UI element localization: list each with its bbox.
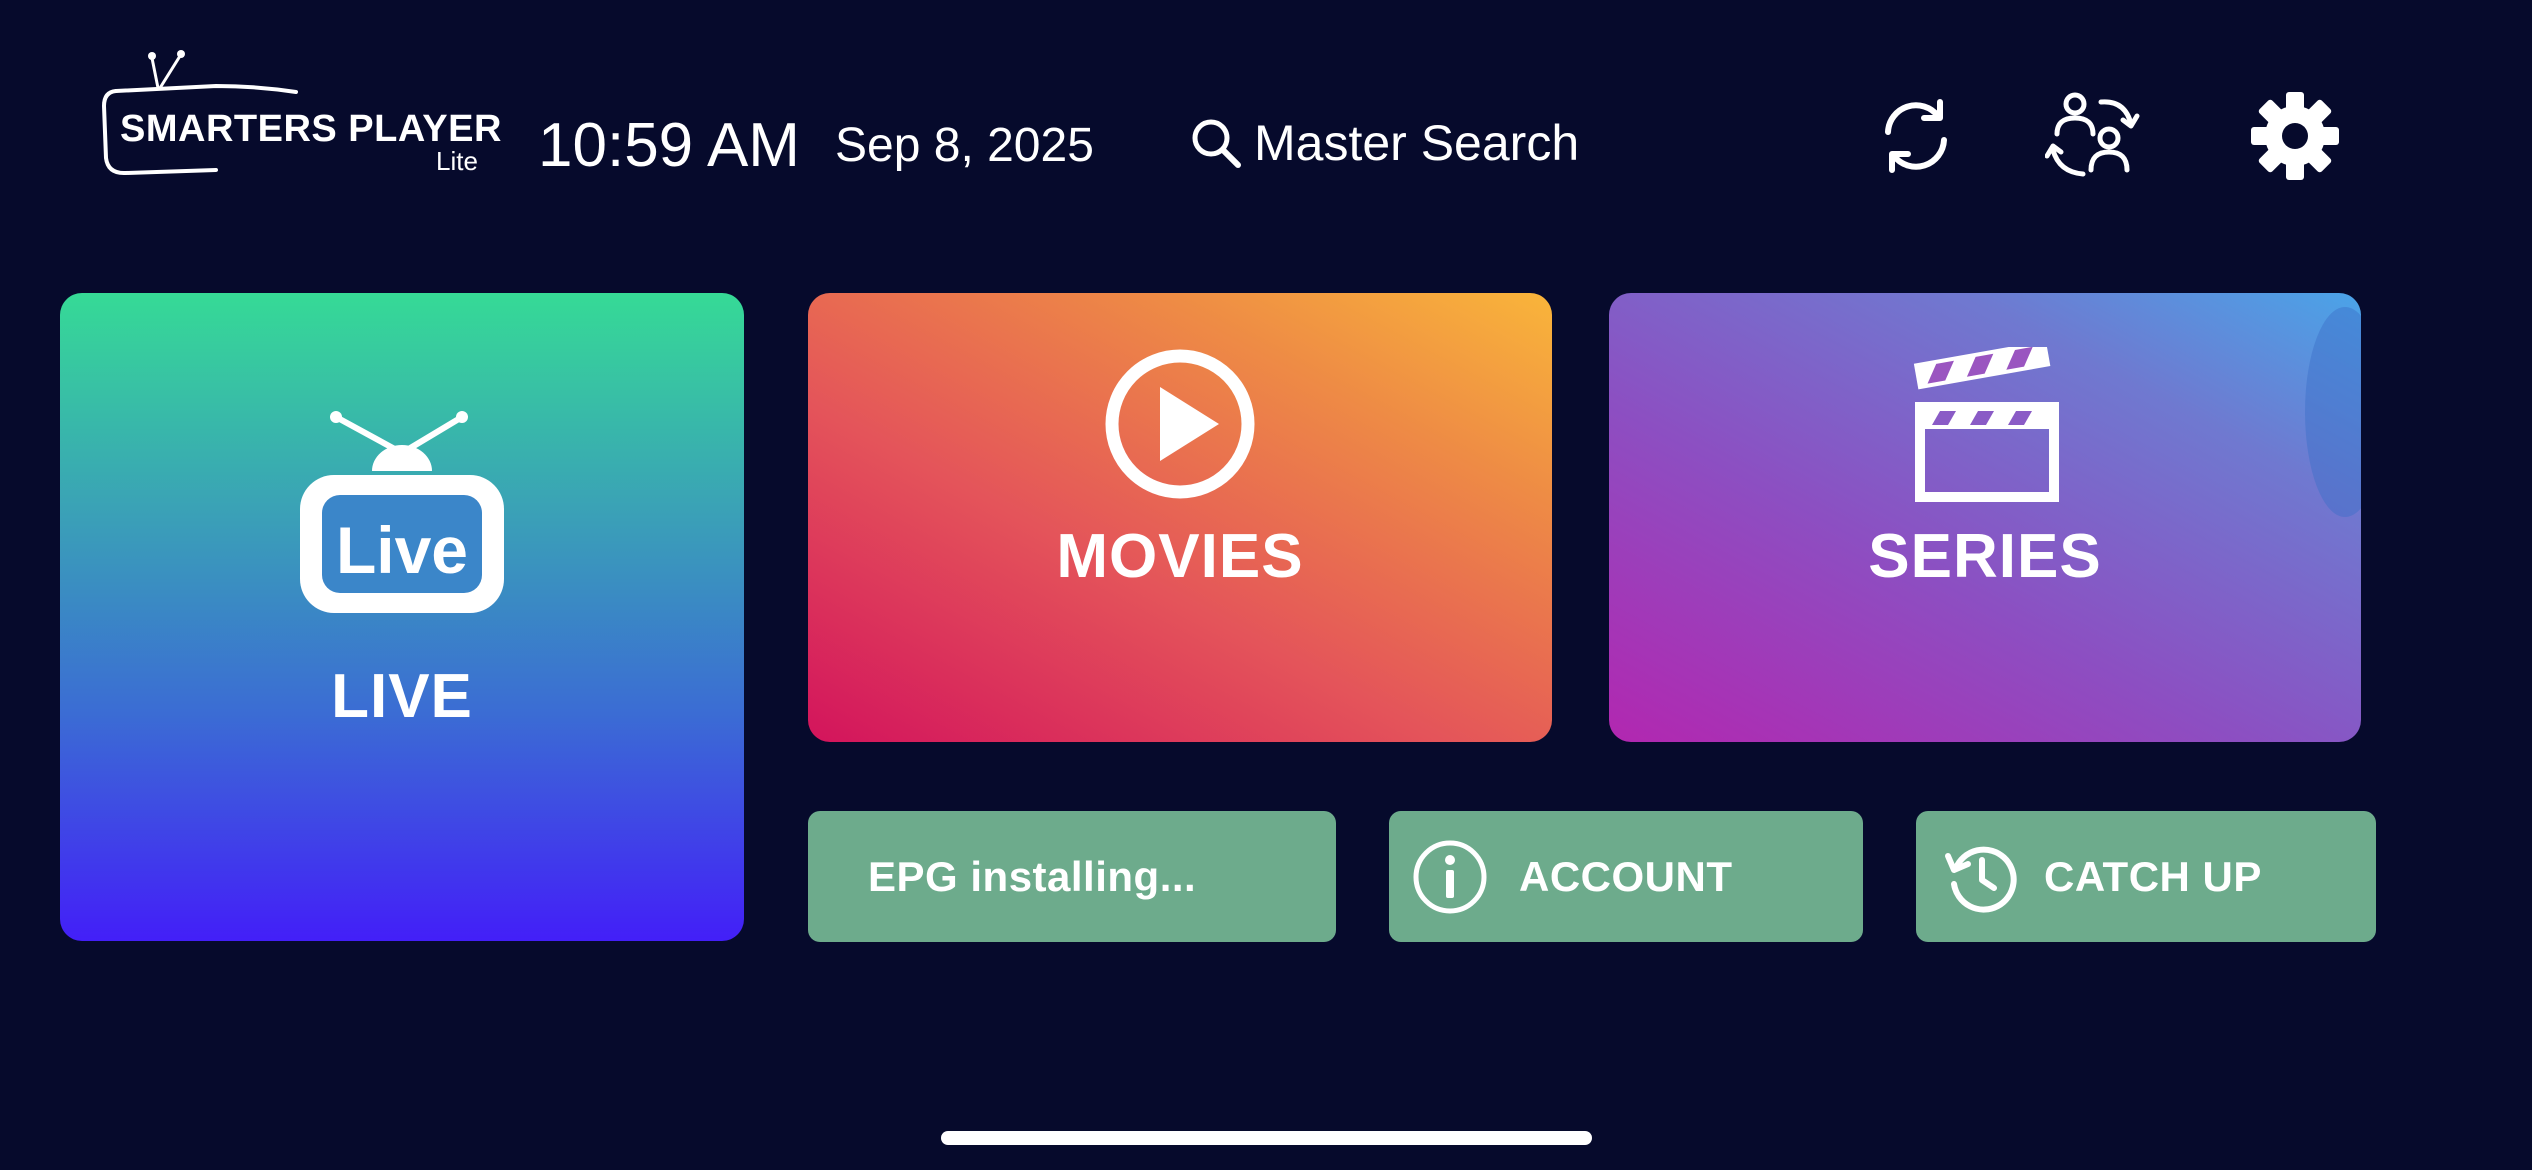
settings-button[interactable] bbox=[2245, 86, 2345, 186]
logo-subtitle: Lite bbox=[436, 146, 478, 176]
movies-tile[interactable]: MOVIES bbox=[808, 293, 1552, 742]
live-tile[interactable]: Live LIVE bbox=[60, 293, 744, 941]
refresh-button[interactable] bbox=[1866, 86, 1966, 186]
movies-label: MOVIES bbox=[1056, 522, 1304, 591]
logo-title: SMARTERS PLAYER bbox=[120, 108, 502, 150]
play-circle-icon bbox=[1105, 349, 1255, 499]
master-search-button[interactable]: Master Search bbox=[1188, 108, 1579, 178]
master-search-label: Master Search bbox=[1254, 115, 1580, 171]
search-icon bbox=[1192, 119, 1241, 168]
catch-up-button[interactable]: CATCH UP bbox=[1916, 811, 2376, 942]
clapperboard-icon bbox=[1913, 347, 2059, 502]
account-label: ACCOUNT bbox=[1519, 852, 1733, 900]
history-icon bbox=[1945, 846, 2017, 913]
series-tile[interactable]: SERIES bbox=[1609, 293, 2361, 742]
app-logo: SMARTERS PLAYER Lite bbox=[96, 46, 501, 186]
date: Sep 8, 2025 bbox=[835, 119, 1094, 172]
epg-label: EPG installing... bbox=[868, 852, 1197, 900]
live-badge-text: Live bbox=[336, 513, 468, 587]
live-tv-icon: Live bbox=[300, 411, 504, 613]
info-icon bbox=[1413, 840, 1487, 913]
refresh-icon bbox=[1885, 99, 1947, 173]
catch-up-label: CATCH UP bbox=[2044, 852, 2262, 900]
switch-user-button[interactable] bbox=[2043, 86, 2143, 186]
decorative-shape bbox=[2305, 307, 2361, 517]
home-indicator[interactable] bbox=[941, 1131, 1592, 1145]
clock: 10:59 AM bbox=[538, 111, 800, 180]
epg-button[interactable]: EPG installing... bbox=[808, 811, 1336, 942]
gear-icon bbox=[2251, 92, 2339, 180]
account-button[interactable]: ACCOUNT bbox=[1389, 811, 1863, 942]
live-label: LIVE bbox=[331, 662, 473, 731]
switch-user-icon bbox=[2045, 92, 2140, 177]
series-label: SERIES bbox=[1868, 522, 2102, 591]
